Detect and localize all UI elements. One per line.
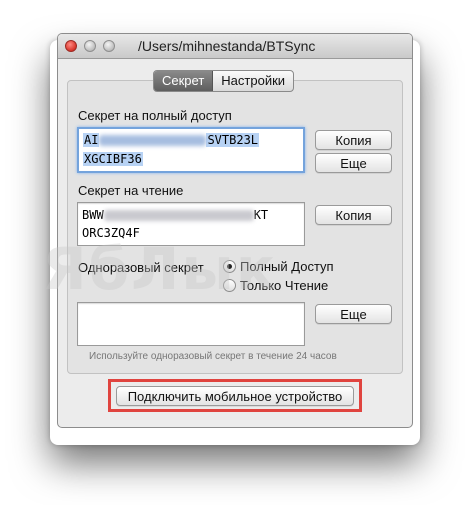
title-bar[interactable]: /Users/mihnestanda/BTSync <box>58 34 412 59</box>
full-access-label: Секрет на полный доступ <box>78 108 232 123</box>
minimize-icon[interactable] <box>84 40 96 52</box>
read-only-secret-end: KT <box>253 208 269 222</box>
one-time-more-button[interactable]: Еще <box>315 304 392 324</box>
zoom-icon[interactable] <box>103 40 115 52</box>
full-access-secret-start: AI <box>83 133 100 147</box>
radio-read-only[interactable]: Только Чтение <box>223 278 328 293</box>
connect-mobile-device-button[interactable]: Подключить мобильное устройство <box>116 386 354 406</box>
read-only-secret-field[interactable]: BWW KT ORC3ZQ4F <box>77 202 305 246</box>
read-only-secret-start: BWW <box>82 208 104 222</box>
one-time-label: Одноразовый секрет <box>78 260 204 275</box>
read-only-secret-line2: ORC3ZQ4F <box>82 226 140 240</box>
tab-secret[interactable]: Секрет <box>154 71 214 91</box>
tab-settings[interactable]: Настройки <box>213 71 293 91</box>
one-time-secret-field[interactable] <box>77 302 305 346</box>
radio-selected-icon[interactable] <box>223 260 236 273</box>
window-title: /Users/mihnestanda/BTSync <box>138 38 316 54</box>
radio-full-access-label: Полный Доступ <box>240 259 334 274</box>
full-access-secret-end: SVTB23L <box>206 133 260 147</box>
radio-full-access[interactable]: Полный Доступ <box>223 259 334 274</box>
radio-unselected-icon[interactable] <box>223 279 236 292</box>
full-access-copy-button[interactable]: Копия <box>315 130 392 150</box>
btsync-window: /Users/mihnestanda/BTSync Секрет Настрой… <box>57 33 413 428</box>
full-access-secret-field[interactable]: AI SVTB23L XGCIBF36 <box>77 127 305 173</box>
radio-read-only-label: Только Чтение <box>240 278 329 293</box>
redacted-blur <box>103 210 254 221</box>
read-only-copy-button[interactable]: Копия <box>315 205 392 225</box>
tab-bar: Секрет Настройки <box>153 70 295 92</box>
one-time-hint: Используйте одноразовый секрет в течение… <box>89 351 337 362</box>
full-access-secret-line2: XGCIBF36 <box>83 152 143 166</box>
close-icon[interactable] <box>65 40 77 52</box>
full-access-more-button[interactable]: Еще <box>315 153 392 173</box>
page: /Users/mihnestanda/BTSync Секрет Настрой… <box>0 0 468 505</box>
read-only-label: Секрет на чтение <box>78 183 184 198</box>
redacted-blur <box>99 135 207 146</box>
